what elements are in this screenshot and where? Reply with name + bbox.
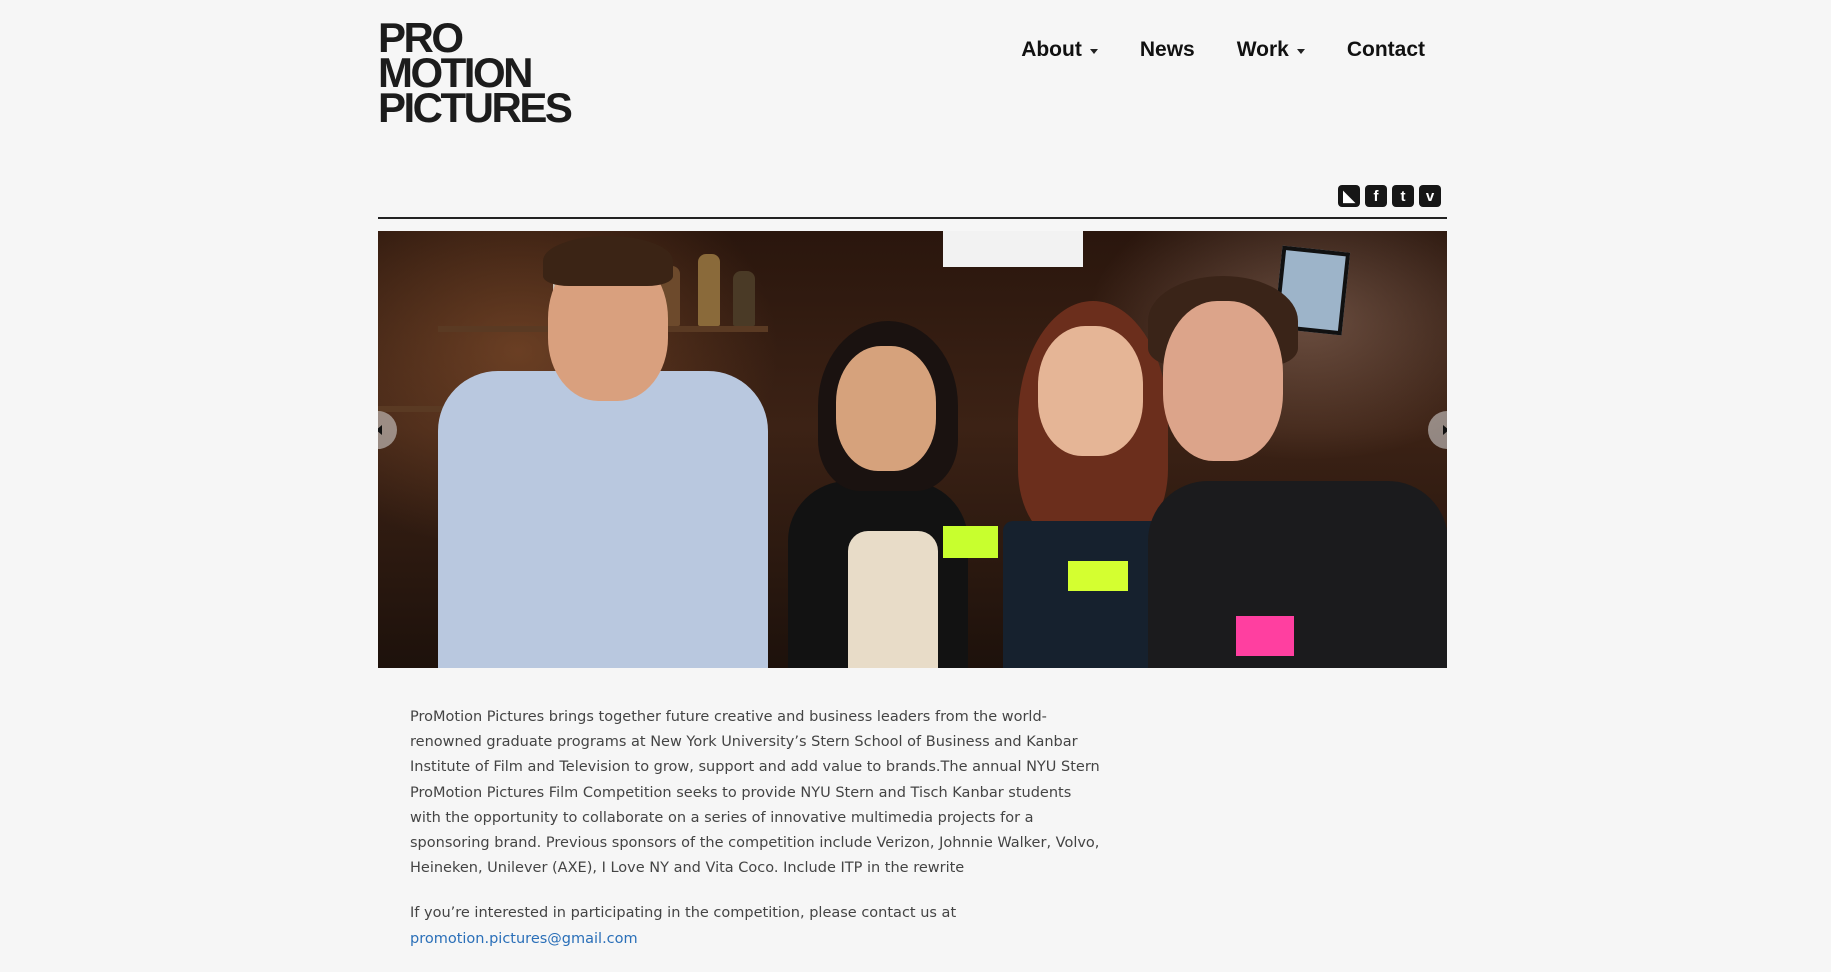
nav-item-label: News: [1139, 38, 1195, 61]
nav-item-work[interactable]: Work: [1237, 38, 1305, 62]
contact-paragraph: If you’re interested in participating in…: [410, 901, 1100, 951]
caret-down-icon: [1089, 49, 1098, 54]
photo-name-tag: [1068, 561, 1128, 591]
nav-item-about[interactable]: About: [1021, 38, 1098, 62]
intro-paragraph: ProMotion Pictures brings together futur…: [410, 709, 1100, 877]
photo-bottle: [733, 271, 755, 326]
nav-item-contact[interactable]: Contact: [1347, 38, 1425, 62]
contact-text: If you’re interested in participating in…: [410, 905, 957, 922]
vimeo-icon[interactable]: v: [1419, 185, 1441, 207]
photo-name-tag: [943, 526, 998, 558]
contact-email-link[interactable]: promotion.pictures@gmail.com: [410, 931, 638, 947]
social-links: ◣ f t v: [1333, 185, 1441, 207]
main-nav: About News Work Contact: [1021, 38, 1425, 62]
twitter-icon[interactable]: t: [1392, 185, 1414, 207]
facebook-icon[interactable]: f: [1365, 185, 1387, 207]
nav-item-label: Work: [1236, 38, 1289, 61]
nav-item-label: Contact: [1346, 38, 1425, 61]
image-slider: [378, 231, 1447, 668]
caret-down-icon: [1296, 49, 1305, 54]
photo-light: [943, 231, 1083, 267]
logo-line-3: PICTURES: [378, 84, 573, 131]
nav-item-news[interactable]: News: [1140, 38, 1195, 62]
photo-bottle: [698, 254, 720, 326]
slider-next-arrow-icon[interactable]: [1428, 411, 1447, 449]
nav-item-label: About: [1021, 38, 1082, 61]
page-container: PRO MOTION PICTURES About News Work Cont…: [378, 0, 1447, 960]
main-content: ProMotion Pictures brings together futur…: [410, 705, 1100, 972]
logo[interactable]: PRO MOTION PICTURES: [378, 17, 573, 131]
photo-name-tag: [1236, 616, 1294, 656]
rss-icon[interactable]: ◣: [1338, 185, 1360, 207]
slider-prev-arrow-icon[interactable]: [378, 411, 397, 449]
header-divider: [378, 217, 1447, 219]
